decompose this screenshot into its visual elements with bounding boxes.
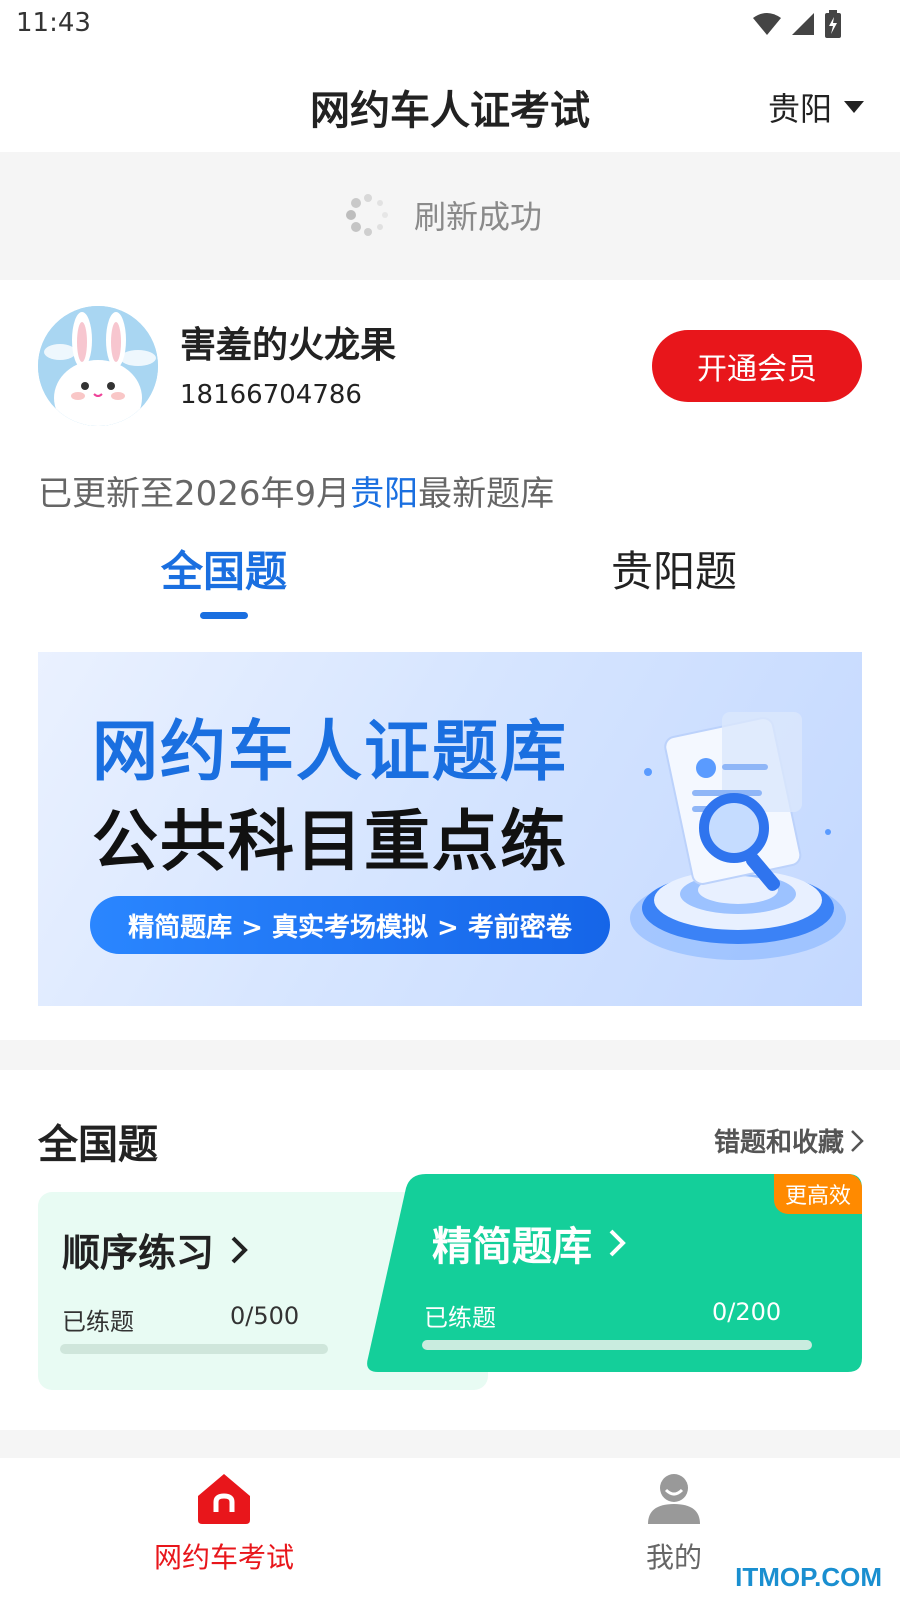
- user-phone: 18166704786: [180, 380, 362, 410]
- refresh-status-text: 刷新成功: [414, 198, 543, 236]
- status-bar: 11:43: [0, 0, 900, 48]
- practice-section-title: 全国题: [38, 1122, 158, 1168]
- status-time: 11:43: [16, 8, 91, 38]
- city-selector-label: 贵阳: [767, 90, 832, 128]
- sequential-practice-label: 顺序练习: [62, 1231, 215, 1275]
- status-icons: [752, 10, 842, 38]
- question-bank-update-notice: 已更新至2026年9月 贵阳 最新题库: [38, 466, 554, 515]
- tab-exam-home[interactable]: 网约车考试: [124, 1468, 324, 1576]
- update-prefix: 已更新至2026年9月: [38, 474, 351, 514]
- user-name: 害羞的火龙果: [180, 325, 397, 366]
- document-magnifier-illustration-icon: [630, 712, 846, 960]
- update-city[interactable]: 贵阳: [350, 466, 418, 515]
- loading-spinner-icon: [346, 194, 388, 236]
- section-divider-bottom: [0, 1430, 900, 1458]
- person-icon: [648, 1474, 700, 1524]
- cellular-signal-icon: [792, 13, 814, 35]
- concise-question-bank-card[interactable]: 精简题库 更高效 已练题 0/200: [366, 1174, 862, 1372]
- tab-mine[interactable]: 我的: [574, 1468, 774, 1576]
- banner-subtitle: 公共科目重点练: [92, 803, 568, 880]
- wifi-icon: [753, 13, 781, 35]
- battery-icon: [825, 10, 841, 38]
- wrong-and-favorites-label: 错题和收藏: [713, 1128, 844, 1158]
- profile-card: 害羞的火龙果 18166704786 开通会员 已更新至2026年9月 贵阳 最新题…: [0, 280, 900, 1040]
- chevron-right-icon: [609, 1229, 626, 1257]
- sequential-practiced-label: 已练题: [62, 1308, 134, 1336]
- promo-banner[interactable]: 网约车人证题库 公共科目重点练 精简题库 > 真实考场模拟 > 考前密卷: [38, 652, 862, 1006]
- banner-feature-pill: 精简题库 > 真实考场模拟 > 考前密卷: [90, 896, 610, 954]
- more-efficient-badge: 更高效: [774, 1174, 862, 1214]
- open-membership-button[interactable]: 开通会员: [652, 330, 862, 402]
- chevron-right-icon: [851, 1129, 864, 1152]
- concise-card-label: 精简题库: [432, 1224, 592, 1270]
- active-tab-indicator: [200, 612, 248, 619]
- tab-exam-home-label: 网约车考试: [153, 1541, 294, 1574]
- page-title: 网约车人证考试: [310, 88, 590, 134]
- question-tabs: 全国题 贵阳题: [0, 538, 900, 628]
- app-header: 网约车人证考试 贵阳: [0, 54, 900, 152]
- tab-city[interactable]: 贵阳题: [574, 538, 774, 599]
- home-icon: [198, 1474, 250, 1524]
- section-divider: [0, 1040, 900, 1070]
- concise-progress-bar: [422, 1340, 812, 1350]
- chevron-down-icon: [844, 101, 864, 113]
- practice-section: 全国题 错题和收藏 顺序练习 已练题 0/500 精简题库 更高效 已练题 0/…: [0, 1070, 900, 1430]
- sequential-practiced-count: 0/500: [230, 1302, 300, 1330]
- sequential-progress-bar: [60, 1344, 328, 1354]
- wrong-and-favorites-link[interactable]: 错题和收藏: [714, 1122, 864, 1159]
- concise-practiced-label: 已练题: [424, 1304, 496, 1332]
- concise-practiced-count: 0/200: [712, 1298, 782, 1326]
- tab-mine-label: 我的: [645, 1541, 702, 1574]
- refresh-indicator: 刷新成功: [0, 152, 900, 280]
- city-selector[interactable]: 贵阳: [768, 84, 864, 130]
- rabbit-avatar-icon: [38, 306, 158, 426]
- tab-national[interactable]: 全国题: [124, 538, 324, 599]
- chevron-right-icon: [231, 1236, 248, 1263]
- update-suffix: 最新题库: [418, 474, 555, 514]
- sequential-practice-title: 顺序练习: [62, 1222, 248, 1277]
- concise-card-title: 精简题库: [432, 1214, 626, 1272]
- banner-title: 网约车人证题库: [92, 713, 568, 790]
- avatar[interactable]: [38, 306, 158, 426]
- watermark: ITMOP.COM: [735, 1562, 882, 1592]
